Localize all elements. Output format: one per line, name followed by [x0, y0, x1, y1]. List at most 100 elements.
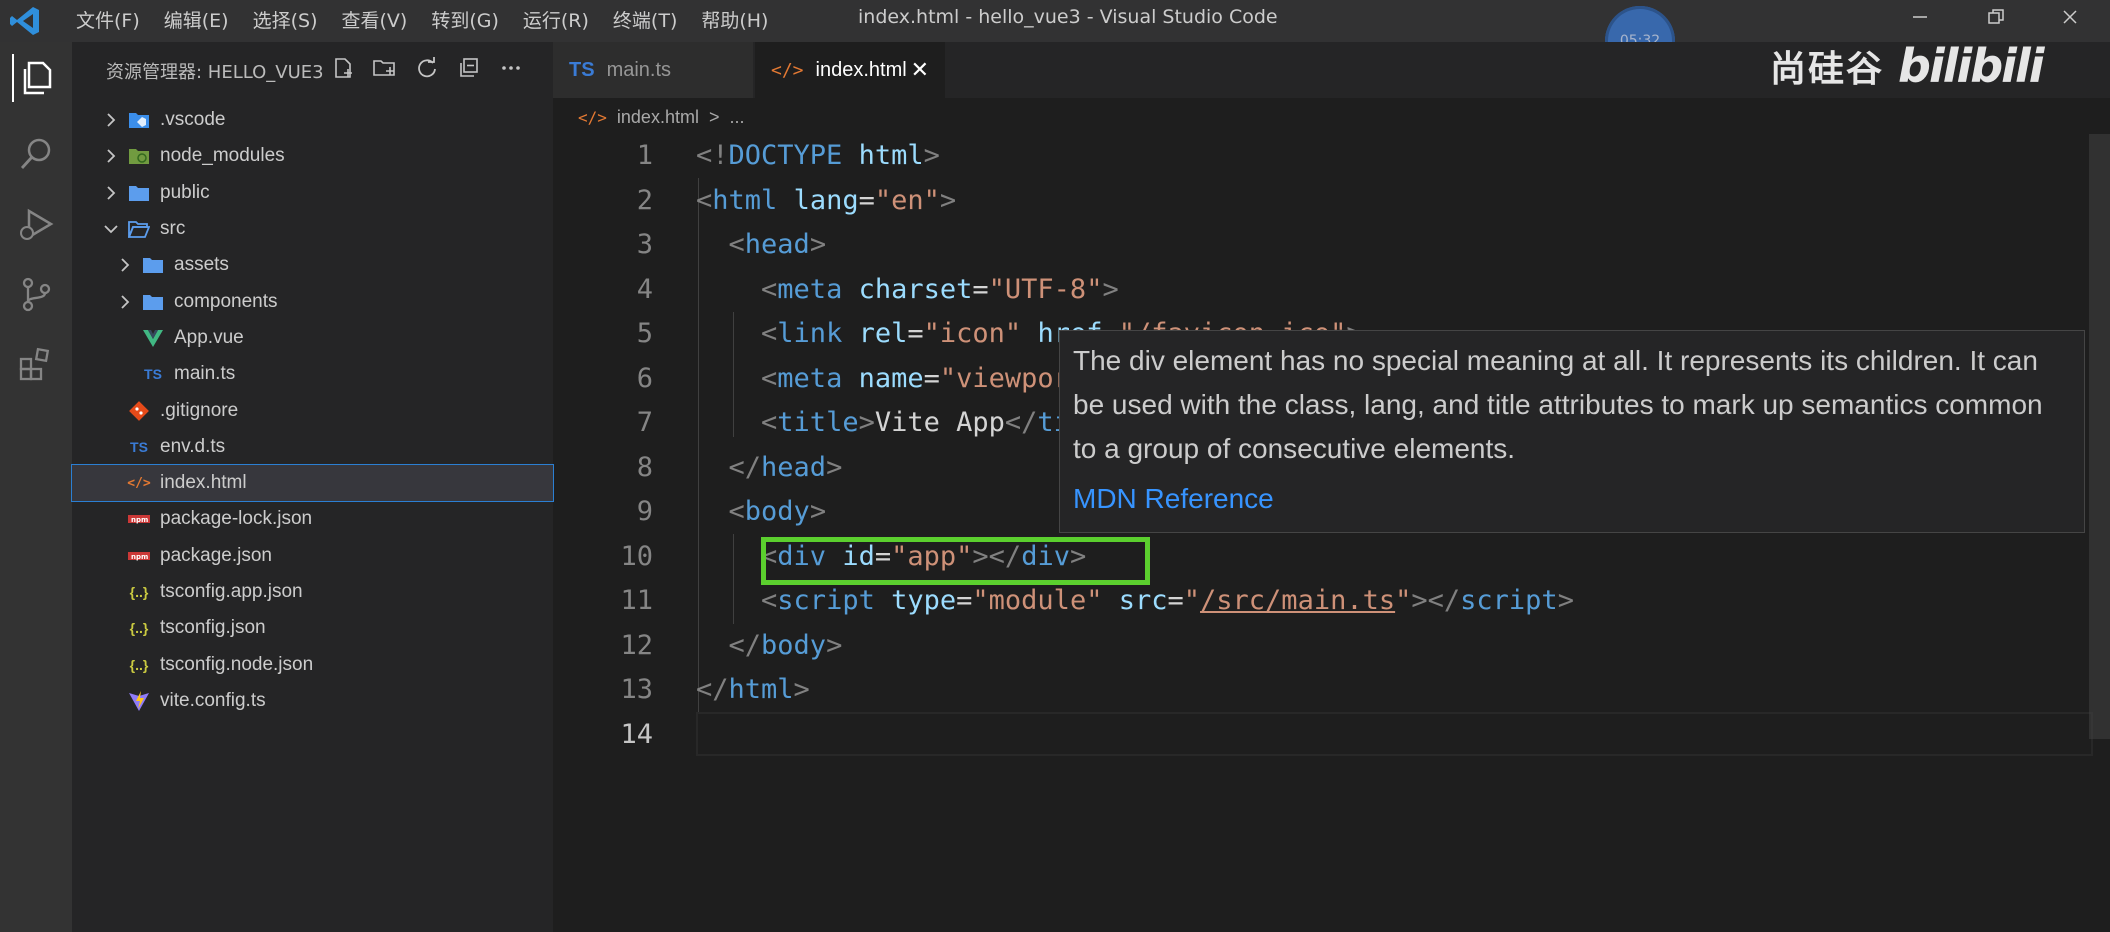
source-control-icon[interactable] — [12, 270, 60, 318]
menu-bar: 文件(F) 编辑(E) 选择(S) 查看(V) 转到(G) 运行(R) 终端(T… — [64, 0, 780, 42]
tree-item-env-d-ts[interactable]: TS env.d.ts — [72, 429, 553, 465]
watermark-brand: 尚硅谷 — [1770, 49, 1885, 90]
restore-icon[interactable] — [1966, 0, 2026, 34]
tree-item-package-json[interactable]: npm package.json — [72, 538, 553, 574]
bilibili-logo: bilibili — [1898, 39, 2044, 93]
tree-item-app-vue[interactable]: App.vue — [72, 320, 553, 356]
menu-view[interactable]: 查看(V) — [330, 0, 420, 42]
refresh-icon[interactable] — [413, 54, 441, 82]
tree-item-label: package.json — [160, 544, 272, 566]
line-number: 4 — [636, 273, 653, 305]
tree-item-index-html[interactable]: </> index.html — [71, 463, 554, 503]
tree-item-label: tsconfig.json — [160, 617, 266, 639]
tree-item-label: tsconfig.node.json — [160, 653, 314, 675]
tree-item-tsconfig-node[interactable]: {..} tsconfig.node.json — [72, 646, 553, 682]
tree-item-label: components — [174, 290, 278, 312]
breadcrumb-separator: > — [708, 106, 720, 127]
tree-item-label: vite.config.ts — [160, 689, 266, 711]
ts-icon: TS — [144, 366, 162, 383]
line-number-gutter: 1 2 3 4 5 6 7 8 9 10 11 12 13 14 — [553, 134, 653, 757]
close-icon[interactable]: ✕ — [911, 57, 929, 83]
tree-item-label: env.d.ts — [160, 435, 226, 457]
line-number: 9 — [636, 496, 653, 527]
svg-text:npm: npm — [131, 516, 148, 524]
folder-icon — [128, 182, 150, 204]
tree-item-label: tsconfig.app.json — [160, 581, 303, 602]
run-debug-icon[interactable] — [12, 200, 60, 248]
menu-help[interactable]: 帮助(H) — [689, 0, 780, 42]
minimize-icon[interactable] — [1890, 0, 1950, 34]
tree-item-label: src — [160, 218, 186, 240]
menu-run[interactable]: 运行(R) — [511, 0, 601, 42]
hover-description: The div element has no special meaning a… — [1073, 345, 2043, 464]
tree-item-components[interactable]: components — [72, 283, 553, 319]
tree-item-node-modules[interactable]: node_modules — [72, 138, 553, 174]
ts-icon: TS — [569, 58, 595, 81]
tree-item-package-lock[interactable]: npm package-lock.json — [72, 501, 553, 537]
highlight-box — [761, 537, 1150, 585]
code-editor[interactable]: 1 2 3 4 5 6 7 8 9 10 11 12 13 14 <!DOCTY… — [553, 134, 2093, 932]
tree-item-tsconfig-app[interactable]: {..} tsconfig.app.json — [72, 574, 553, 610]
tree-item-gitignore[interactable]: .gitignore — [72, 392, 553, 428]
breadcrumb-file[interactable]: index.html — [617, 107, 699, 128]
editor-scrollbar[interactable] — [2089, 134, 2110, 739]
tree-item-main-ts[interactable]: TS main.ts — [72, 356, 553, 392]
breadcrumb-more[interactable]: ... — [729, 107, 744, 128]
menu-file[interactable]: 文件(F) — [64, 0, 152, 42]
more-actions-icon[interactable] — [497, 54, 525, 82]
menu-edit[interactable]: 编辑(E) — [152, 0, 241, 42]
menu-terminal[interactable]: 终端(T) — [601, 0, 689, 42]
new-file-icon[interactable] — [329, 54, 357, 82]
search-icon[interactable] — [12, 130, 60, 178]
line-number: 12 — [620, 629, 653, 661]
menu-selection[interactable]: 选择(S) — [241, 0, 330, 42]
tree-item-label: index.html — [160, 472, 247, 494]
json-icon: {..} — [129, 656, 149, 673]
watermark: 尚硅谷 bilibili — [1770, 38, 2044, 94]
explorer-title: 资源管理器: HELLO_VUE3 — [106, 62, 324, 83]
window-title: index.html - hello_vue3 - Visual Studio … — [858, 6, 1278, 28]
tab-main-ts[interactable]: TS main.ts — [553, 42, 753, 98]
line-number: 5 — [636, 318, 653, 349]
line-number: 3 — [636, 229, 653, 260]
explorer-sidebar: 资源管理器: HELLO_VUE3 .vscode node_modules p… — [71, 42, 554, 932]
tree-item-label: .gitignore — [160, 399, 239, 421]
code-line: <script type="module" src="/src/main.ts"… — [761, 585, 1574, 616]
svg-text:npm: npm — [131, 553, 148, 561]
vite-icon — [128, 690, 150, 712]
line-number-current: 14 — [620, 718, 653, 750]
hover-tooltip: The div element has no special meaning a… — [1059, 330, 2085, 533]
tab-index-html[interactable]: </> index.html ✕ — [755, 42, 945, 98]
tree-item-assets[interactable]: assets — [72, 247, 553, 283]
file-tree: .vscode node_modules public src assets c… — [71, 102, 554, 719]
line-number: 1 — [636, 140, 653, 171]
activity-bar — [0, 42, 72, 932]
explorer-actions — [329, 54, 525, 82]
tree-item-label: package-lock.json — [160, 508, 313, 530]
chevron-right-icon — [102, 111, 120, 129]
menu-go[interactable]: 转到(G) — [419, 0, 511, 42]
vscode-folder-icon — [128, 109, 150, 131]
tree-item-tsconfig[interactable]: {..} tsconfig.json — [72, 610, 553, 646]
tree-item-src[interactable]: src — [72, 211, 553, 247]
chevron-right-icon — [116, 293, 134, 311]
tree-item-public[interactable]: public — [72, 175, 553, 211]
tree-item-label: main.ts — [174, 363, 236, 385]
vue-icon — [142, 327, 164, 349]
new-folder-icon[interactable] — [371, 54, 399, 82]
json-icon: {..} — [129, 620, 149, 637]
chevron-right-icon — [102, 184, 120, 202]
close-window-icon[interactable] — [2040, 0, 2100, 34]
code-line: </html> — [696, 674, 810, 705]
extensions-icon[interactable] — [12, 340, 60, 388]
tree-item-vscode[interactable]: .vscode — [72, 102, 553, 138]
mdn-reference-link[interactable]: MDN Reference — [1073, 483, 1274, 515]
ts-icon: TS — [130, 438, 148, 455]
code-line: <head> — [728, 229, 827, 260]
tree-item-vite-config[interactable]: vite.config.ts — [72, 683, 553, 719]
line-number: 13 — [620, 674, 653, 705]
explorer-icon[interactable] — [12, 54, 62, 102]
html-icon: </> — [771, 59, 804, 81]
collapse-all-icon[interactable] — [455, 54, 483, 82]
